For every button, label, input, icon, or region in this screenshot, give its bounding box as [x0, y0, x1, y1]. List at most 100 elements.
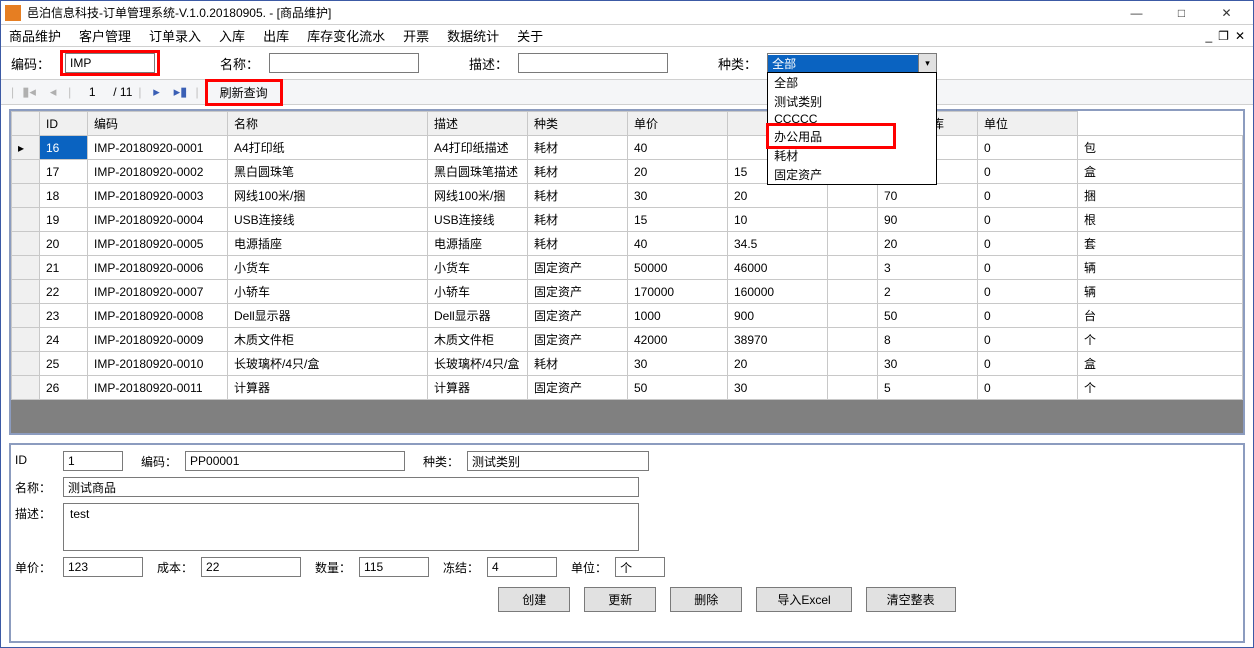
detail-desc-input[interactable]	[63, 503, 639, 551]
menu-product[interactable]: 商品维护	[9, 26, 61, 45]
cell-qty[interactable]: 50	[878, 304, 978, 328]
cell-price[interactable]: 40	[628, 232, 728, 256]
nav-first-icon[interactable]: ▮◂	[20, 84, 38, 100]
table-row[interactable]: 26 IMP-20180920-0011 计算器 计算器 固定资产 50 30 …	[12, 376, 1243, 400]
cell-name[interactable]: 计算器	[228, 376, 428, 400]
nav-next-icon[interactable]: ▸	[148, 84, 166, 100]
cell-price[interactable]: 42000	[628, 328, 728, 352]
code-input[interactable]	[65, 53, 155, 73]
cell-desc[interactable]: 木质文件柜	[428, 328, 528, 352]
table-row[interactable]: 24 IMP-20180920-0009 木质文件柜 木质文件柜 固定资产 42…	[12, 328, 1243, 352]
chevron-down-icon[interactable]: ▾	[918, 54, 936, 72]
cell-code[interactable]: IMP-20180920-0010	[88, 352, 228, 376]
table-row[interactable]: 21 IMP-20180920-0006 小货车 小货车 固定资产 50000 …	[12, 256, 1243, 280]
table-row[interactable]: 25 IMP-20180920-0010 长玻璃杯/4只/盒 长玻璃杯/4只/盒…	[12, 352, 1243, 376]
cell-unit[interactable]: 个	[1078, 376, 1243, 400]
cell-cost2[interactable]	[828, 232, 878, 256]
cell-unit[interactable]: 套	[1078, 232, 1243, 256]
cell-id[interactable]: 16	[40, 136, 88, 160]
cell-id[interactable]: 21	[40, 256, 88, 280]
mdi-close-icon[interactable]: ✕	[1235, 29, 1245, 43]
table-row[interactable]: 19 IMP-20180920-0004 USB连接线 USB连接线 耗材 15…	[12, 208, 1243, 232]
kind-combo[interactable]: 全部 ▾	[767, 53, 937, 73]
detail-name-input[interactable]	[63, 477, 639, 497]
row-header[interactable]	[12, 376, 40, 400]
cell-froz[interactable]: 0	[978, 160, 1078, 184]
cell-cost2[interactable]	[828, 256, 878, 280]
cell-price[interactable]: 30	[628, 184, 728, 208]
col-header[interactable]: ID	[40, 112, 88, 136]
kind-option-consumable[interactable]: 耗材	[768, 146, 936, 165]
cell-qty[interactable]: 2	[878, 280, 978, 304]
cell-cost[interactable]: 160000	[728, 280, 828, 304]
row-header[interactable]: ▸	[12, 136, 40, 160]
cell-cost[interactable]: 38970	[728, 328, 828, 352]
cell-kind[interactable]: 固定资产	[528, 280, 628, 304]
cell-name[interactable]: 网线100米/捆	[228, 184, 428, 208]
cell-desc[interactable]: 长玻璃杯/4只/盒	[428, 352, 528, 376]
cell-unit[interactable]: 包	[1078, 136, 1243, 160]
cell-id[interactable]: 26	[40, 376, 88, 400]
cell-price[interactable]: 50	[628, 376, 728, 400]
cell-desc[interactable]: Dell显示器	[428, 304, 528, 328]
row-header[interactable]	[12, 184, 40, 208]
menu-stock-out[interactable]: 出库	[263, 26, 289, 45]
cell-froz[interactable]: 0	[978, 232, 1078, 256]
col-header[interactable]: 名称	[228, 112, 428, 136]
import-button[interactable]: 导入Excel	[756, 587, 851, 612]
cell-id[interactable]: 22	[40, 280, 88, 304]
cell-froz[interactable]: 0	[978, 280, 1078, 304]
cell-unit[interactable]: 个	[1078, 328, 1243, 352]
cell-qty[interactable]: 5	[878, 376, 978, 400]
cell-unit[interactable]: 根	[1078, 208, 1243, 232]
cell-cost[interactable]: 10	[728, 208, 828, 232]
cell-price[interactable]: 20	[628, 160, 728, 184]
cell-cost[interactable]: 20	[728, 352, 828, 376]
page-input[interactable]	[77, 84, 107, 100]
cell-name[interactable]: 电源插座	[228, 232, 428, 256]
row-header[interactable]	[12, 304, 40, 328]
mdi-restore-icon[interactable]: ❐	[1218, 29, 1229, 43]
cell-unit[interactable]: 捆	[1078, 184, 1243, 208]
cell-code[interactable]: IMP-20180920-0006	[88, 256, 228, 280]
cell-kind[interactable]: 固定资产	[528, 304, 628, 328]
row-header[interactable]	[12, 352, 40, 376]
col-header[interactable]: 编码	[88, 112, 228, 136]
cell-desc[interactable]: 计算器	[428, 376, 528, 400]
row-header[interactable]	[12, 160, 40, 184]
cell-qty[interactable]: 3	[878, 256, 978, 280]
cell-code[interactable]: IMP-20180920-0004	[88, 208, 228, 232]
cell-code[interactable]: IMP-20180920-0002	[88, 160, 228, 184]
cell-kind[interactable]: 耗材	[528, 160, 628, 184]
nav-prev-icon[interactable]: ◂	[44, 84, 62, 100]
cell-cost2[interactable]	[828, 184, 878, 208]
detail-cost-input[interactable]	[201, 557, 301, 577]
row-header[interactable]	[12, 208, 40, 232]
cell-id[interactable]: 17	[40, 160, 88, 184]
update-button[interactable]: 更新	[584, 587, 656, 612]
cell-cost2[interactable]	[828, 304, 878, 328]
cell-cost[interactable]: 30	[728, 376, 828, 400]
cell-name[interactable]: Dell显示器	[228, 304, 428, 328]
detail-id-input[interactable]	[63, 451, 123, 471]
cell-froz[interactable]: 0	[978, 352, 1078, 376]
menu-order-entry[interactable]: 订单录入	[149, 26, 201, 45]
cell-froz[interactable]: 0	[978, 256, 1078, 280]
detail-code-input[interactable]	[185, 451, 405, 471]
cell-kind[interactable]: 耗材	[528, 136, 628, 160]
cell-desc[interactable]: USB连接线	[428, 208, 528, 232]
detail-qty-input[interactable]	[359, 557, 429, 577]
cell-cost2[interactable]	[828, 352, 878, 376]
cell-qty[interactable]: 8	[878, 328, 978, 352]
cell-code[interactable]: IMP-20180920-0001	[88, 136, 228, 160]
cell-cost[interactable]: 34.5	[728, 232, 828, 256]
create-button[interactable]: 创建	[498, 587, 570, 612]
cell-id[interactable]: 25	[40, 352, 88, 376]
cell-cost2[interactable]	[828, 208, 878, 232]
cell-qty[interactable]: 90	[878, 208, 978, 232]
kind-option-all[interactable]: 全部	[768, 73, 936, 92]
minimize-button[interactable]: —	[1114, 2, 1159, 24]
name-input[interactable]	[269, 53, 419, 73]
cell-qty[interactable]: 30	[878, 352, 978, 376]
maximize-button[interactable]: □	[1159, 2, 1204, 24]
